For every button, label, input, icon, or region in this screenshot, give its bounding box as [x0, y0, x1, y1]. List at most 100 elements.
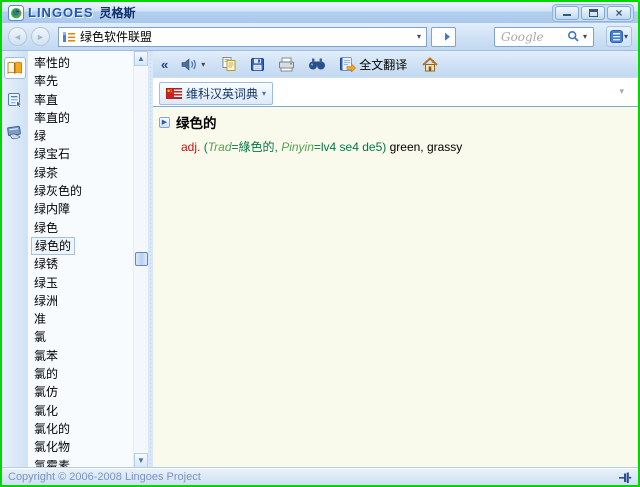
list-item[interactable]: 绿洲	[28, 292, 133, 310]
sidebar-mode-strip	[2, 51, 28, 468]
list-item[interactable]: 绿内障	[28, 200, 133, 218]
print-button[interactable]	[278, 57, 295, 72]
pinyin-value: =lv4 se4 de5)	[314, 140, 390, 154]
list-item[interactable]: 绿玉	[28, 274, 133, 292]
window-controls: ×	[552, 4, 634, 22]
list-item[interactable]: 氯化	[28, 402, 133, 420]
expand-triangle-glyph: ▶	[162, 119, 167, 126]
list-item[interactable]: 绿色	[28, 219, 133, 237]
collapse-entry-icon[interactable]: ▶	[159, 117, 170, 128]
list-item[interactable]: 准	[28, 310, 133, 328]
list-item[interactable]: 氯化物	[28, 438, 133, 456]
scroll-down-button[interactable]: ▼	[134, 453, 148, 468]
paren-open: (	[200, 140, 207, 154]
list-item[interactable]: 氯霉素	[28, 457, 133, 468]
save-button[interactable]	[250, 57, 265, 72]
index-mode-button[interactable]	[4, 89, 26, 111]
dictionary-flag-icon	[166, 88, 182, 99]
minimize-icon	[563, 14, 571, 16]
list-item-selected[interactable]: 绿色的	[31, 237, 75, 255]
lingoes-window: LINGOES 灵格斯 × ◄ ► 绿色软件联盟 ▾	[0, 0, 640, 487]
word-list-scrollbar[interactable]: ▲ ▼	[133, 51, 148, 468]
form-cursor-icon	[7, 92, 23, 108]
entry-definition: adj. (Trad=綠色的, Pinyin=lv4 se4 de5) gree…	[181, 138, 630, 155]
app-title: LINGOES	[28, 5, 94, 20]
pinyin-label: Pinyin	[281, 140, 314, 154]
parrot-logo-icon	[8, 5, 24, 21]
copy-icon	[221, 56, 237, 72]
entry-headword: 绿色的	[176, 112, 217, 132]
scroll-up-button[interactable]: ▲	[134, 51, 148, 66]
dictionary-tab-label: 维科汉英词典	[186, 85, 258, 102]
home-button[interactable]	[422, 57, 438, 72]
go-button[interactable]	[431, 27, 456, 47]
list-item[interactable]: 绿	[28, 127, 133, 145]
minimize-button[interactable]	[555, 6, 579, 20]
sidebar: 率性的 率先 率直 率直的 绿 绿宝石 绿茶 绿灰色的 绿内障 绿色 绿色的 绿…	[2, 51, 148, 468]
titlebar: LINGOES 灵格斯 ×	[2, 2, 638, 23]
find-button[interactable]	[308, 57, 326, 71]
dictionary-mode-button[interactable]	[4, 57, 26, 79]
back-button[interactable]: ◄	[8, 27, 27, 46]
app-title-cn: 灵格斯	[100, 4, 136, 21]
list-item[interactable]: 氯化的	[28, 420, 133, 438]
scrollbar-track[interactable]	[134, 66, 148, 453]
main-menu-button[interactable]: ▾	[606, 26, 632, 47]
close-icon: ×	[615, 7, 622, 19]
list-item[interactable]: 氯的	[28, 365, 133, 383]
collapse-panel-button[interactable]: «	[161, 57, 168, 72]
open-book-icon	[6, 60, 24, 76]
word-list: 率性的 率先 率直 率直的 绿 绿宝石 绿茶 绿灰色的 绿内障 绿色 绿色的 绿…	[28, 51, 133, 468]
close-button[interactable]: ×	[607, 6, 631, 20]
list-item[interactable]: 氯	[28, 328, 133, 346]
reference-mode-button[interactable]	[4, 121, 26, 143]
result-pane: « ▾	[153, 51, 638, 468]
fulltext-translate-label: 全文翻译	[359, 56, 407, 73]
back-icon: ◄	[13, 32, 22, 42]
forward-icon: ►	[36, 32, 45, 42]
search-value: 绿色软件联盟	[80, 28, 414, 45]
copyright-text: Copyright © 2006-2008 Lingoes Project	[8, 471, 201, 483]
forward-button[interactable]: ►	[31, 27, 50, 46]
google-engine-dropdown-icon[interactable]: ▾	[580, 32, 590, 41]
search-dropdown-icon[interactable]: ▾	[414, 32, 424, 41]
list-item[interactable]: 氯仿	[28, 383, 133, 401]
dictionary-list-dropdown-icon[interactable]: ▾	[619, 82, 632, 97]
list-item[interactable]: 绿锈	[28, 255, 133, 273]
binoculars-icon	[308, 57, 326, 71]
copy-button[interactable]	[221, 56, 237, 72]
pronounce-dropdown-icon: ▾	[198, 60, 208, 69]
list-item[interactable]: 绿宝石	[28, 145, 133, 163]
home-icon	[422, 57, 438, 72]
dictionary-tab-dropdown-icon: ▾	[262, 89, 266, 98]
google-search-input[interactable]: Google ▾	[494, 27, 594, 47]
scrollbar-thumb[interactable]	[135, 252, 148, 266]
search-input[interactable]: 绿色软件联盟 ▾	[58, 27, 427, 47]
list-item[interactable]: 绿茶	[28, 164, 133, 182]
trad-label: Trad	[208, 140, 232, 154]
maximize-button[interactable]	[581, 6, 605, 20]
printer-icon	[278, 57, 295, 72]
list-item[interactable]: 率先	[28, 72, 133, 90]
navigation-toolbar: ◄ ► 绿色软件联盟 ▾ Google ▾	[2, 23, 638, 51]
main-area: 率性的 率先 率直 率直的 绿 绿宝石 绿茶 绿灰色的 绿内障 绿色 绿色的 绿…	[2, 51, 638, 468]
dictionary-toolbar: « ▾	[153, 51, 638, 78]
list-item[interactable]: 氯苯	[28, 347, 133, 365]
speaker-icon	[181, 57, 198, 72]
dictionary-tab[interactable]: 维科汉英词典 ▾	[159, 82, 273, 105]
list-item[interactable]: 率性的	[28, 54, 133, 72]
fulltext-translate-button[interactable]: 全文翻译	[339, 56, 407, 73]
part-of-speech: adj.	[181, 140, 200, 154]
history-list-icon	[62, 30, 76, 44]
list-item[interactable]: 绿灰色的	[28, 182, 133, 200]
entry-header: ▶ 绿色的	[159, 112, 630, 132]
go-arrow-icon	[437, 31, 451, 43]
scroll-down-icon: ▼	[137, 456, 145, 465]
menu-dropdown-icon: ▾	[624, 32, 628, 41]
list-item[interactable]: 率直的	[28, 109, 133, 127]
search-icon[interactable]	[567, 30, 580, 43]
pin-button[interactable]	[618, 471, 632, 484]
list-item[interactable]: 率直	[28, 91, 133, 109]
pronounce-button[interactable]: ▾	[181, 57, 208, 72]
scroll-up-icon: ▲	[137, 54, 145, 63]
